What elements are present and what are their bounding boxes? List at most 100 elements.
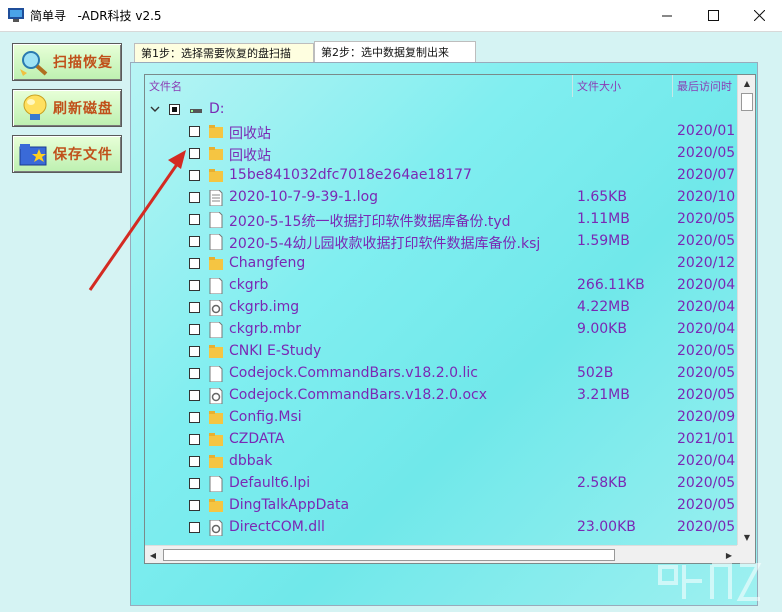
folder-icon — [209, 411, 223, 424]
file-name: ckgrb.mbr — [229, 321, 302, 337]
list-item[interactable]: 2020-5-4幼儿园收款收据打印软件数据库备份.ksj 1.59MB 2020/0… — [145, 231, 737, 253]
list-item[interactable]: 回收站 2020/01 — [145, 121, 737, 143]
refresh-disk-button[interactable]: 刷新磁盘 — [12, 89, 122, 127]
folder-icon — [209, 257, 223, 270]
list-item[interactable]: ckgrb 266.11KB 2020/04 — [145, 275, 737, 297]
list-item[interactable]: DirectCOM.dll 23.00KB 2020/05 — [145, 517, 737, 539]
file-icon — [209, 322, 223, 338]
file-name: ckgrb — [229, 277, 269, 293]
file-date: 2020/10 — [677, 189, 736, 205]
list-item[interactable]: Config.Msi 2020/09 — [145, 407, 737, 429]
app-icon — [8, 8, 24, 22]
folder-icon — [209, 499, 223, 512]
file-name: DingTalkAppData — [229, 497, 350, 513]
file-size: 1.11MB — [577, 211, 630, 227]
row-checkbox[interactable] — [189, 522, 200, 533]
file-size: 502B — [577, 365, 614, 381]
text-file-icon — [209, 190, 223, 206]
row-checkbox[interactable] — [189, 192, 200, 203]
row-checkbox[interactable] — [189, 170, 200, 181]
tab-step1-label: 第1步：选择需要恢复的盘扫描 — [141, 47, 291, 60]
list-item[interactable]: 2020-5-15统一收据打印软件数据库备份.tyd 1.11MB 2020/05 — [145, 209, 737, 231]
list-item[interactable]: Default6.lpi 2.58KB 2020/05 — [145, 473, 737, 495]
title-bar: 简单寻 -ADR科技 v2.5 — [0, 0, 782, 32]
list-item[interactable]: 15be841032dfc7018e264ae18177 2020/07 — [145, 165, 737, 187]
file-name: Default6.lpi — [229, 475, 311, 491]
tab-step2[interactable]: 第2步：选中数据复制出来 — [314, 41, 476, 62]
column-header-name[interactable]: 文件名 — [145, 75, 573, 97]
row-checkbox[interactable] — [189, 434, 200, 445]
close-icon — [753, 10, 765, 21]
scroll-up-arrow-icon[interactable]: ▲ — [738, 75, 755, 91]
column-header-date[interactable]: 最后访问时 — [673, 75, 737, 97]
list-item[interactable]: ckgrb.mbr 9.00KB 2020/04 — [145, 319, 737, 341]
row-checkbox[interactable] — [189, 258, 200, 269]
row-checkbox[interactable] — [189, 148, 200, 159]
file-date: 2020/09 — [677, 409, 736, 425]
file-name: 2020-10-7-9-39-1.log — [229, 189, 379, 205]
row-checkbox[interactable] — [189, 346, 200, 357]
close-button[interactable] — [736, 0, 782, 31]
scan-recover-button[interactable]: 扫描恢复 — [12, 43, 122, 81]
list-item[interactable]: 2020-10-7-9-39-1.log 1.65KB 2020/10 — [145, 187, 737, 209]
row-checkbox[interactable] — [189, 126, 200, 137]
root-checkbox[interactable] — [169, 104, 180, 115]
minimize-button[interactable] — [644, 0, 690, 31]
horizontal-scroll-thumb[interactable] — [163, 549, 615, 561]
tab-step1[interactable]: 第1步：选择需要恢复的盘扫描 — [134, 43, 314, 62]
tree-root-row[interactable]: D: — [145, 99, 737, 121]
file-name: 2020-5-15统一收据打印软件数据库备份.tyd — [229, 214, 511, 230]
file-name: Codejock.CommandBars.v18.2.0.ocx — [229, 387, 488, 403]
row-checkbox[interactable] — [189, 324, 200, 335]
file-name: Changfeng — [229, 255, 306, 271]
file-size: 2.58KB — [577, 475, 627, 491]
file-date: 2020/05 — [677, 519, 736, 535]
list-item[interactable]: DingTalkAppData 2020/05 — [145, 495, 737, 517]
file-date: 2021/01 — [677, 431, 736, 447]
file-size: 266.11KB — [577, 277, 645, 293]
list-item[interactable]: 回收站 2020/05 — [145, 143, 737, 165]
list-item[interactable]: Codejock.CommandBars.v18.2.0.ocx 3.21MB 20… — [145, 385, 737, 407]
column-header-size-label: 文件大小 — [577, 80, 621, 93]
root-label: D: — [209, 101, 225, 117]
row-checkbox[interactable] — [189, 412, 200, 423]
list-item[interactable]: ckgrb.img 4.22MB 2020/04 — [145, 297, 737, 319]
chevron-down-icon[interactable] — [149, 103, 161, 115]
row-checkbox[interactable] — [189, 500, 200, 511]
column-header-name-label: 文件名 — [149, 80, 182, 93]
row-checkbox[interactable] — [189, 280, 200, 291]
scroll-down-arrow-icon[interactable]: ▼ — [738, 529, 755, 545]
row-checkbox[interactable] — [189, 236, 200, 247]
list-item[interactable]: CZDATA 2021/01 — [145, 429, 737, 451]
file-date: 2020/05 — [677, 475, 736, 491]
row-checkbox[interactable] — [189, 302, 200, 313]
row-checkbox[interactable] — [189, 390, 200, 401]
folder-star-icon — [19, 144, 47, 166]
maximize-button[interactable] — [690, 0, 736, 31]
scroll-left-arrow-icon[interactable]: ◀ — [145, 546, 161, 563]
column-header-size[interactable]: 文件大小 — [573, 75, 673, 97]
file-icon — [209, 476, 223, 492]
list-item[interactable]: CNKI E-Study 2020/05 — [145, 341, 737, 363]
list-item[interactable]: Codejock.CommandBars.v18.2.0.lic 502B 2020… — [145, 363, 737, 385]
system-file-icon — [209, 388, 223, 404]
vertical-scrollbar[interactable]: ▲ ▼ — [737, 75, 755, 545]
file-date: 2020/05 — [677, 387, 736, 403]
row-checkbox[interactable] — [189, 368, 200, 379]
file-date: 2020/05 — [677, 145, 736, 161]
vertical-scroll-thumb[interactable] — [741, 93, 753, 111]
row-checkbox[interactable] — [189, 214, 200, 225]
row-checkbox[interactable] — [189, 456, 200, 467]
file-date: 2020/05 — [677, 343, 736, 359]
row-checkbox[interactable] — [189, 478, 200, 489]
file-date: 2020/04 — [677, 321, 736, 337]
file-date: 2020/04 — [677, 453, 736, 469]
folder-icon — [209, 345, 223, 358]
file-list[interactable]: 文件名 文件大小 最后访问时 D: 回收站 2020/01 回收站 2020/05 15… — [144, 74, 756, 564]
folder-icon — [209, 169, 223, 182]
list-item[interactable]: dbbak 2020/04 — [145, 451, 737, 473]
save-files-button[interactable]: 保存文件 — [12, 135, 122, 173]
file-date: 2020/05 — [677, 211, 736, 227]
file-name: 回收站 — [229, 126, 271, 142]
list-item[interactable]: Changfeng 2020/12 — [145, 253, 737, 275]
